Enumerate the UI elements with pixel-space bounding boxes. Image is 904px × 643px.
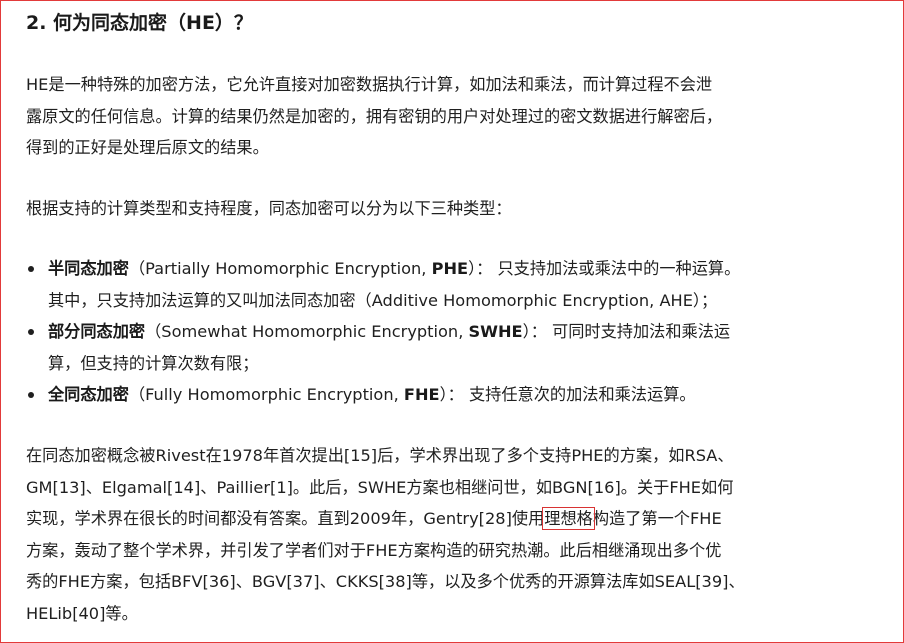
- section-heading: 2. 何为同态加密（HE）？: [26, 12, 253, 34]
- list-item-line: 半同态加密（Partially Homomorphic Encryption, …: [48, 253, 888, 285]
- history-line: 实现，学术界在很长的时间都没有答案。直到2009年，Gentry[28]使用理想…: [26, 503, 888, 535]
- list-item-line: 其中，只支持加法运算的又叫加法同态加密（Additive Homomorphic…: [48, 290, 718, 310]
- list-item-line: 算，但支持的计算次数有限；: [48, 353, 259, 373]
- intro-paragraph: HE是一种特殊的加密方法，它允许直接对加密数据执行计算，如加法和乘法，而计算过程…: [26, 69, 888, 164]
- type-abbr: PHE: [431, 259, 469, 278]
- history-text: 构造了第一个FHE: [592, 509, 722, 528]
- list-item-line: 全同态加密（Fully Homomorphic Encryption, FHE）…: [48, 379, 888, 411]
- list-item-swhe: 部分同态加密（Somewhat Homomorphic Encryption, …: [26, 316, 888, 379]
- highlighted-term: 理想格: [542, 507, 595, 530]
- type-desc: 只支持加法或乘法中的一种运算。: [497, 259, 741, 278]
- history-line: 方案，轰动了整个学术界，并引发了学者们对于FHE方案构造的研究热潮。此后相继涌现…: [26, 540, 722, 560]
- type-paren-close: ）：: [439, 385, 464, 404]
- bullet-icon: [28, 329, 34, 335]
- type-name: 全同态加密: [48, 385, 129, 404]
- history-text: 实现，学术界在很长的时间都没有答案。直到2009年，Gentry[28]使用: [26, 509, 545, 528]
- history-paragraph: 在同态加密概念被Rivest在1978年首次提出[15]后，学术界出现了多个支持…: [26, 440, 888, 629]
- history-line: HELib[40]等。: [26, 603, 138, 623]
- type-name: 部分同态加密: [48, 322, 146, 341]
- bullet-icon: [28, 392, 34, 398]
- list-item-fhe: 全同态加密（Fully Homomorphic Encryption, FHE）…: [26, 379, 888, 411]
- history-line: 秀的FHE方案，包括BFV[36]、BGV[37]、CKKS[38]等，以及多个…: [26, 572, 745, 591]
- intro-line: 得到的正好是处理后原文的结果。: [26, 138, 269, 157]
- type-paren-open: （Partially Homomorphic Encryption,: [128, 259, 432, 278]
- bullet-icon: [28, 266, 34, 272]
- type-name: 半同态加密: [48, 259, 129, 278]
- list-item-line: 部分同态加密（Somewhat Homomorphic Encryption, …: [48, 316, 888, 348]
- type-paren-close: ）：: [468, 259, 493, 278]
- type-abbr: SWHE: [468, 322, 523, 341]
- history-line: 在同态加密概念被Rivest在1978年首次提出[15]后，学术界出现了多个支持…: [26, 446, 734, 465]
- type-paren-open: （Fully Homomorphic Encryption,: [128, 385, 404, 404]
- history-line: GM[13]、Elgamal[14]、Paillier[1]。此后，SWHE方案…: [26, 477, 734, 497]
- type-abbr: FHE: [403, 385, 440, 404]
- types-intro-line: 根据支持的计算类型和支持程度，同态加密可以分为以下三种类型：: [26, 199, 512, 218]
- types-intro-paragraph: 根据支持的计算类型和支持程度，同态加密可以分为以下三种类型：: [26, 193, 888, 225]
- type-paren-close: ）：: [522, 322, 547, 341]
- intro-line: 露原文的任何信息。计算的结果仍然是加密的，拥有密钥的用户对处理过的密文数据进行解…: [26, 106, 723, 126]
- type-paren-open: （Somewhat Homomorphic Encryption,: [145, 322, 469, 341]
- type-desc: 支持任意次的加法和乘法运算。: [469, 385, 696, 404]
- intro-line: HE是一种特殊的加密方法，它允许直接对加密数据执行计算，如加法和乘法，而计算过程…: [26, 75, 713, 94]
- types-list: 半同态加密（Partially Homomorphic Encryption, …: [26, 253, 888, 411]
- list-item-phe: 半同态加密（Partially Homomorphic Encryption, …: [26, 253, 888, 316]
- type-desc: 可同时支持加法和乘法运: [552, 322, 731, 341]
